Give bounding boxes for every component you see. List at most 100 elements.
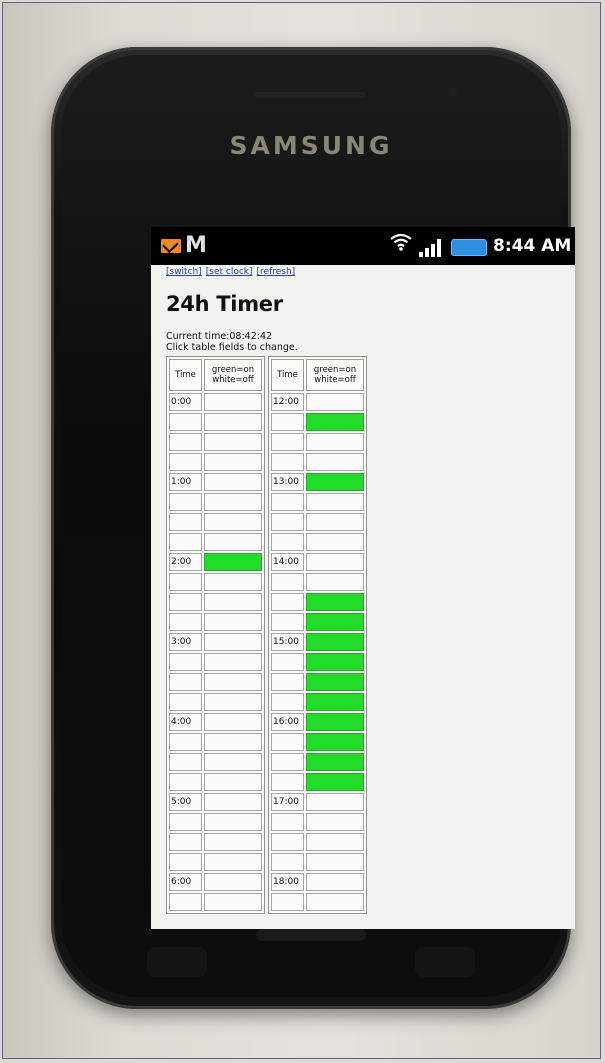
status-cell[interactable] (306, 793, 364, 811)
time-cell (271, 433, 304, 451)
time-cell (169, 893, 202, 911)
status-cell[interactable] (306, 713, 364, 731)
status-cell[interactable] (204, 453, 262, 471)
status-cell[interactable] (204, 853, 262, 871)
table-row (169, 813, 262, 831)
status-cell[interactable] (204, 593, 262, 611)
brand-logo: SAMSUNG (229, 131, 393, 160)
status-cell[interactable] (204, 473, 262, 491)
set-clock-link[interactable]: [set clock] (206, 267, 253, 277)
time-cell (271, 493, 304, 511)
status-cell[interactable] (204, 433, 262, 451)
status-cell[interactable] (306, 633, 364, 651)
menu-softkey[interactable] (147, 947, 207, 977)
table-row (169, 673, 262, 691)
status-time: 8:44 AM (493, 236, 572, 256)
status-cell[interactable] (306, 753, 364, 771)
status-cell[interactable] (204, 873, 262, 891)
info-text: Current time:08:42:42 Click table fields… (166, 331, 575, 353)
status-cell[interactable] (306, 773, 364, 791)
time-cell (271, 753, 304, 771)
status-cell[interactable] (306, 453, 364, 471)
status-cell[interactable] (204, 893, 262, 911)
status-cell[interactable] (306, 893, 364, 911)
status-cell[interactable] (306, 593, 364, 611)
status-cell[interactable] (306, 613, 364, 631)
table-row (169, 533, 262, 551)
status-cell[interactable] (204, 533, 262, 551)
status-cell[interactable] (204, 613, 262, 631)
status-cell[interactable] (204, 813, 262, 831)
status-cell[interactable] (306, 693, 364, 711)
phone-body: SAMSUNG M 8:44 AM [switch] [set clock] [… (51, 47, 575, 1009)
table-row: 16:00 (271, 713, 364, 731)
status-cell[interactable] (306, 513, 364, 531)
time-cell (271, 893, 304, 911)
status-cell[interactable] (306, 853, 364, 871)
time-cell: 3:00 (169, 633, 202, 651)
status-cell[interactable] (306, 833, 364, 851)
table-row: 3:00 (169, 633, 262, 651)
status-cell[interactable] (306, 533, 364, 551)
time-cell (271, 693, 304, 711)
signal-icon (419, 239, 445, 257)
status-cell[interactable] (306, 653, 364, 671)
status-cell[interactable] (306, 873, 364, 891)
status-column-header: green=on white=off (306, 359, 364, 391)
switch-link[interactable]: [switch] (166, 267, 202, 277)
status-cell[interactable] (204, 833, 262, 851)
time-cell (169, 533, 202, 551)
status-cell[interactable] (204, 673, 262, 691)
time-cell (271, 813, 304, 831)
status-cell[interactable] (306, 673, 364, 691)
status-cell[interactable] (306, 393, 364, 411)
table-row: 15:00 (271, 633, 364, 651)
table-row: 4:00 (169, 713, 262, 731)
status-cell[interactable] (204, 653, 262, 671)
status-cell[interactable] (306, 413, 364, 431)
status-cell[interactable] (204, 513, 262, 531)
status-cell[interactable] (204, 393, 262, 411)
table-header-row: Time green=on white=off (271, 359, 364, 391)
status-cell[interactable] (306, 813, 364, 831)
time-cell (271, 593, 304, 611)
status-cell[interactable] (204, 793, 262, 811)
phone-screen: M 8:44 AM [switch] [set clock] [refresh]… (151, 227, 575, 929)
status-cell[interactable] (204, 753, 262, 771)
status-cell[interactable] (204, 633, 262, 651)
status-cell[interactable] (204, 693, 262, 711)
status-cell[interactable] (204, 573, 262, 591)
nav-links: [switch] [set clock] [refresh] (166, 267, 575, 277)
time-cell (271, 833, 304, 851)
status-cell[interactable] (306, 493, 364, 511)
status-cell[interactable] (204, 553, 262, 571)
status-cell[interactable] (204, 773, 262, 791)
status-cell[interactable] (204, 413, 262, 431)
time-cell: 12:00 (271, 393, 304, 411)
table-row (271, 893, 364, 911)
time-cell (169, 453, 202, 471)
table-row (271, 493, 364, 511)
time-cell (271, 773, 304, 791)
time-cell (169, 593, 202, 611)
status-cell[interactable] (204, 493, 262, 511)
time-cell: 6:00 (169, 873, 202, 891)
table-row (169, 593, 262, 611)
status-cell[interactable] (204, 713, 262, 731)
status-cell[interactable] (204, 733, 262, 751)
status-cell[interactable] (306, 473, 364, 491)
status-cell[interactable] (306, 553, 364, 571)
refresh-link[interactable]: [refresh] (257, 267, 296, 277)
time-cell (169, 733, 202, 751)
time-column-header: Time (169, 359, 202, 391)
home-button[interactable] (256, 929, 366, 941)
mail-icon (161, 239, 181, 253)
time-cell (169, 813, 202, 831)
timer-table-right: Time green=on white=off 12:00 13:00 14:00 1… (268, 356, 367, 914)
back-softkey[interactable] (415, 947, 475, 977)
status-cell[interactable] (306, 573, 364, 591)
status-cell[interactable] (306, 733, 364, 751)
status-cell[interactable] (306, 433, 364, 451)
time-cell (271, 533, 304, 551)
table-row (169, 573, 262, 591)
